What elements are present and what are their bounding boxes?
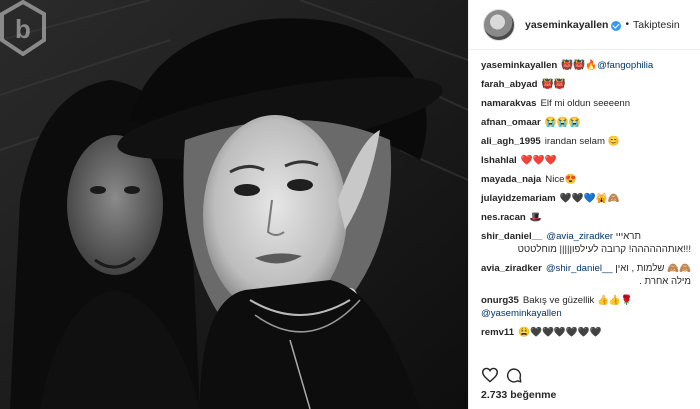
following-button[interactable]: Takiptesin bbox=[633, 19, 680, 31]
comment-text-line2: !!!אותהההההה! קרובה לעילפון|||| מוחלטטט bbox=[517, 244, 691, 255]
comment-item: ali_agh_1995 irandan selam 😊 bbox=[481, 132, 691, 151]
likes-count[interactable]: 2.733 beğenme bbox=[481, 389, 556, 401]
comment-username[interactable]: remv11 bbox=[481, 327, 514, 338]
comment-text: Nice😍 bbox=[545, 174, 577, 185]
comment-item: yaseminkayallen 👹👹🔥@fangophilia bbox=[481, 56, 691, 75]
comment-username[interactable]: ali_agh_1995 bbox=[481, 136, 541, 147]
comment-username[interactable]: farah_abyad bbox=[481, 79, 538, 90]
comment-item: avia_ziradker @shir_daniel__ שלמות , ואין… bbox=[481, 259, 691, 291]
comment-username[interactable]: lshahlal bbox=[481, 155, 517, 166]
comment-text: irandan selam 😊 bbox=[544, 136, 620, 147]
comment-item: farah_abyad 👹👹 bbox=[481, 75, 691, 94]
comment-text: Elf mi oldun seeeenn bbox=[540, 98, 631, 109]
comment-text: ❤️❤️❤️ bbox=[520, 155, 557, 166]
b-watermark-logo: b bbox=[0, 0, 46, 56]
comment-text: שלמות , ואין 🙈🙈 bbox=[615, 263, 691, 274]
photo-illustration bbox=[0, 0, 468, 409]
comment-mention[interactable]: @fangophilia bbox=[597, 60, 653, 71]
comment-username[interactable]: nes.racan bbox=[481, 212, 526, 223]
comment-username[interactable]: mayada_naja bbox=[481, 174, 541, 185]
comment-text: 👹👹🔥 bbox=[561, 60, 598, 71]
comment-item: julayidzemariam 🖤🖤💙🙀🙈 bbox=[481, 189, 691, 208]
post-side-panel: yaseminkayallen • Takiptesin yaseminkaya… bbox=[468, 0, 700, 409]
comment-item: shir_daniel__ @avia_ziradker תראייי !!!או… bbox=[481, 227, 691, 259]
comment-mention[interactable]: @yaseminkayallen bbox=[481, 308, 562, 319]
comment-mention[interactable]: @shir_daniel__ bbox=[546, 263, 613, 274]
heart-icon[interactable] bbox=[481, 367, 499, 383]
comment-item: onurg35 Bakış ve güzellik 👍👍🌹 @yaseminkay… bbox=[481, 291, 691, 323]
comment-username[interactable]: namarakvas bbox=[481, 98, 536, 109]
comment-text: 😩🖤🖤🖤🖤🖤🖤 bbox=[518, 327, 602, 338]
comment-text: 🖤🖤💙🙀🙈 bbox=[559, 193, 620, 204]
separator-dot: • bbox=[625, 19, 629, 30]
comment-item: namarakvas Elf mi oldun seeeenn bbox=[481, 94, 691, 113]
comment-item: remv11 😩🖤🖤🖤🖤🖤🖤 bbox=[481, 323, 691, 342]
verified-badge-icon bbox=[611, 20, 622, 31]
comment-text-line2: מילה אחרת . bbox=[639, 276, 691, 287]
comment-text: תראייי bbox=[615, 231, 642, 242]
comment-username[interactable]: avia_ziradker bbox=[481, 263, 542, 274]
svg-text:b: b bbox=[15, 14, 31, 44]
comment-username[interactable]: afnan_omaar bbox=[481, 117, 541, 128]
comment-item: nes.racan 🎩 bbox=[481, 208, 691, 227]
comment-list: yaseminkayallen 👹👹🔥@fangophilia farah_aby… bbox=[469, 56, 700, 342]
comment-text: 🎩 bbox=[529, 212, 542, 223]
comment-icon[interactable] bbox=[505, 367, 523, 384]
post-actions bbox=[481, 366, 691, 386]
comment-text: Bakış ve güzellik 👍👍🌹 bbox=[522, 295, 633, 306]
comment-username[interactable]: shir_daniel__ bbox=[481, 231, 542, 242]
avatar[interactable] bbox=[483, 8, 515, 41]
comment-mention[interactable]: @avia_ziradker bbox=[546, 231, 613, 242]
comment-item: mayada_naja Nice😍 bbox=[481, 170, 691, 189]
post-header: yaseminkayallen • Takiptesin bbox=[469, 0, 700, 50]
header-username[interactable]: yaseminkayallen bbox=[525, 19, 608, 31]
comment-item: afnan_omaar 😭😭😭 bbox=[481, 113, 691, 132]
comment-text: 😭😭😭 bbox=[544, 117, 581, 128]
comment-username[interactable]: julayidzemariam bbox=[481, 193, 556, 204]
comment-text: 👹👹 bbox=[541, 79, 566, 90]
post-photo[interactable]: b bbox=[0, 0, 468, 409]
comment-username[interactable]: yaseminkayallen bbox=[481, 60, 557, 71]
comment-username[interactable]: onurg35 bbox=[481, 295, 519, 306]
comment-item: lshahlal ❤️❤️❤️ bbox=[481, 151, 691, 170]
